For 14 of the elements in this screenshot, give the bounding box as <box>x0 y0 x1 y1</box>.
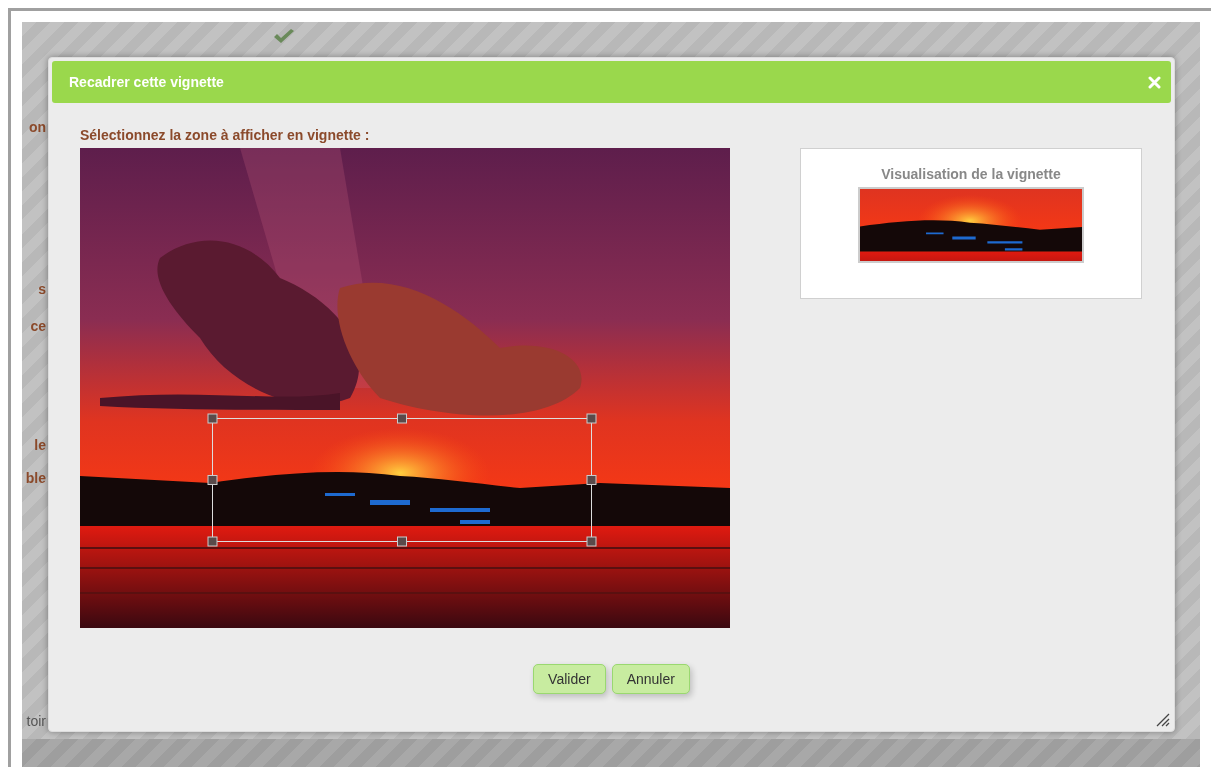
instruction-text: Sélectionnez la zone à afficher en vignette : <box>80 127 371 143</box>
dialog-title: Recadrer cette vignette <box>69 74 224 90</box>
text-fragment: ce <box>29 317 46 335</box>
check-icon <box>272 28 296 46</box>
text-fragment: le <box>33 436 46 454</box>
dialog-button[interactable]: Valider <box>533 664 606 694</box>
dialog-button[interactable]: Annuler <box>611 664 690 694</box>
text-fragment: on <box>27 118 46 136</box>
text-fragment: toir <box>25 712 46 730</box>
crop-selection[interactable] <box>207 413 597 547</box>
text-fragment: s <box>37 280 46 298</box>
resize-grip-icon[interactable] <box>1156 713 1170 727</box>
preview-title: Visualisation de la vignette <box>881 166 1061 182</box>
text-fragment: ble <box>24 469 46 487</box>
